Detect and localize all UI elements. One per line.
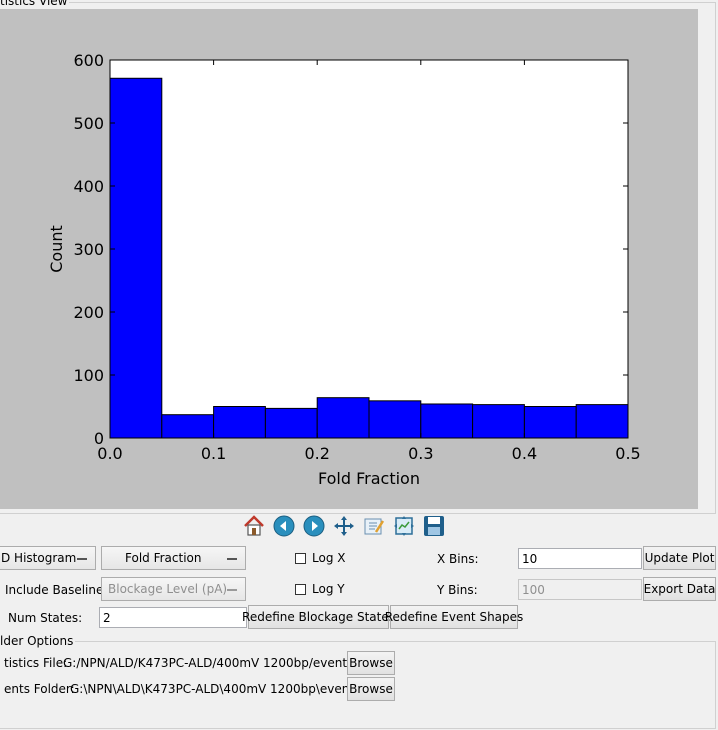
y-tick-label: 600 [73, 51, 104, 70]
y-bins-label: Y Bins: [437, 583, 478, 597]
x-variable-dropdown[interactable]: Fold Fraction [101, 546, 246, 570]
folder-options-title: lder Options [0, 634, 76, 648]
x-bins-label: X Bins: [437, 552, 479, 566]
y-tick-label: 500 [73, 114, 104, 133]
configure-subplots-button[interactable] [360, 512, 388, 540]
histogram-bar [316, 397, 370, 439]
home-button[interactable] [240, 512, 268, 540]
browse-events-folder-button[interactable]: Browse [347, 677, 395, 701]
histogram-bar [472, 404, 525, 439]
x-axis-label: Fold Fraction [318, 469, 420, 488]
export-data-button[interactable]: Export Data [643, 577, 716, 601]
log-x-label: Log X [312, 551, 346, 565]
x-variable-value: Fold Fraction [125, 551, 202, 565]
histogram-bar [420, 403, 474, 439]
x-tick-label: 0.1 [201, 444, 226, 463]
log-y-label: Log Y [312, 582, 345, 596]
y-tick-label: 400 [73, 177, 104, 196]
zoom-button[interactable] [390, 512, 418, 540]
x-tick-label: 0.2 [304, 444, 329, 463]
y-axis-label: Count [47, 225, 66, 273]
back-button[interactable] [270, 512, 298, 540]
x-tick-label: 0.4 [512, 444, 537, 463]
num-states-label: Num States: [8, 611, 83, 625]
chevron-down-icon [227, 589, 237, 591]
save-button[interactable] [420, 512, 448, 540]
y-tick-label: 300 [73, 240, 104, 259]
chevron-down-icon [77, 558, 87, 560]
events-folder-path: G:\NPN\ALD\K473PC-ALD\400mV 1200bp\event… [70, 682, 365, 696]
browse-statistics-file-button[interactable]: Browse [347, 651, 395, 675]
y-tick-label: 200 [73, 303, 104, 322]
y-bins-input [518, 579, 642, 600]
histogram-bar [161, 414, 215, 439]
back-icon [273, 515, 295, 537]
events-folder-label: ents Folder: [4, 682, 75, 696]
log-y-box[interactable] [295, 583, 306, 595]
chevron-down-icon [227, 558, 237, 560]
plot-toolbar [240, 512, 450, 540]
y-variable-dropdown[interactable]: Blockage Level (pA) [101, 577, 246, 601]
statistics-file-label: tistics File: [4, 656, 68, 670]
log-y-checkbox[interactable]: Log Y [295, 582, 345, 596]
y-tick-label: 100 [73, 366, 104, 385]
pan-button[interactable] [330, 512, 358, 540]
statistics-view-title: tistics View [0, 0, 70, 8]
histogram-bar [109, 77, 163, 439]
include-baseline-label: Include Baseline [5, 583, 104, 597]
histogram-bar [575, 404, 629, 439]
redefine-event-shapes-button[interactable]: Redefine Event Shapes [385, 605, 523, 629]
redefine-blockage-states-button[interactable]: Redefine Blockage States [242, 605, 395, 629]
histogram-bar [523, 406, 577, 439]
zoom-icon [394, 516, 414, 536]
configure-subplots-icon [364, 518, 385, 535]
log-x-box[interactable] [295, 552, 306, 564]
save-icon [424, 516, 444, 536]
pan-icon [334, 516, 354, 536]
y-tick-label: 0 [94, 429, 104, 448]
histogram-bar [368, 400, 422, 439]
x-tick-label: 0.3 [408, 444, 433, 463]
histogram-bar [213, 406, 266, 439]
log-x-checkbox[interactable]: Log X [295, 551, 345, 565]
x-bins-input[interactable] [518, 548, 642, 569]
num-states-input[interactable] [99, 607, 247, 628]
histogram-bar [264, 407, 318, 439]
plot-type-dropdown[interactable]: D Histogram [0, 546, 96, 570]
forward-button[interactable] [300, 512, 328, 540]
forward-icon [303, 515, 325, 537]
plot-type-value: D Histogram [1, 551, 77, 565]
home-icon [244, 515, 264, 536]
update-plot-button[interactable]: Update Plot [643, 546, 716, 570]
x-tick-label: 0.5 [615, 444, 640, 463]
statistics-file-path: G:/NPN/ALD/K473PC-ALD/400mV 1200bp/event… [63, 656, 378, 670]
y-variable-value: Blockage Level (pA) [108, 582, 228, 596]
histogram-chart: 0.0 0.1 0.2 0.3 0.4 0.50100200300400500600Fol… [47, 51, 641, 488]
axes-background [110, 60, 628, 438]
plot-canvas[interactable]: 0.0 0.1 0.2 0.3 0.4 0.5 0 100 200 300 400 500 600 Fol… [0, 9, 698, 509]
